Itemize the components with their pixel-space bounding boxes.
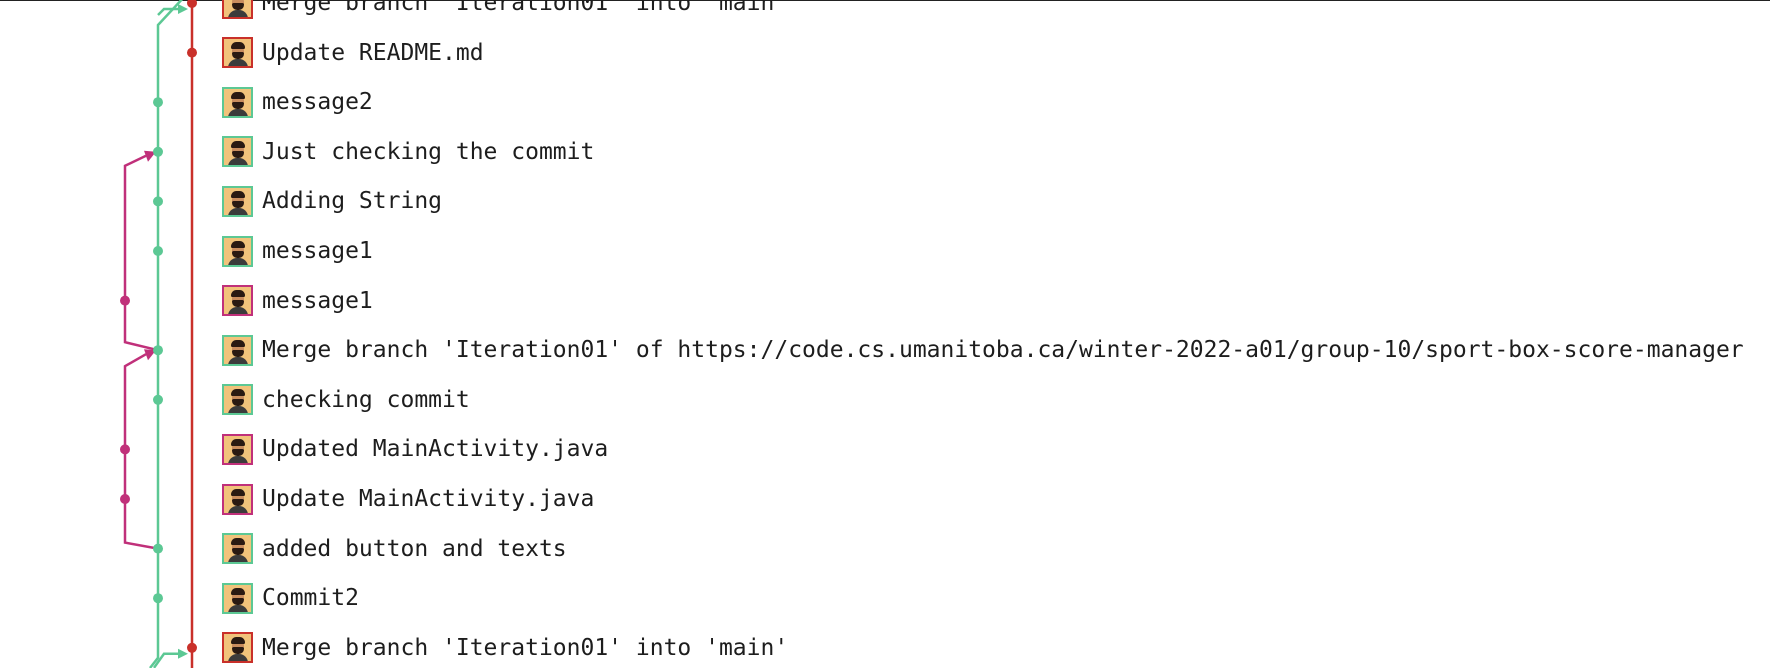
commit-row[interactable]: Update README.md [222, 33, 484, 73]
commit-row[interactable]: Commit2 [222, 578, 359, 618]
commit-message[interactable]: Just checking the commit [262, 132, 594, 172]
commit-row[interactable]: message2 [222, 82, 373, 122]
user-avatar-icon [222, 334, 253, 366]
user-avatar-icon [222, 86, 253, 118]
commit-message[interactable]: Commit2 [262, 578, 359, 618]
commit-row[interactable]: Merge branch 'Iteration01' into 'main' [222, 0, 788, 23]
commit-row[interactable]: added button and texts [222, 529, 567, 569]
commit-row[interactable]: Just checking the commit [222, 132, 594, 172]
user-avatar-icon [222, 285, 253, 317]
commit-message[interactable]: Update MainActivity.java [262, 479, 594, 519]
commit-message[interactable]: Merge branch 'Iteration01' into 'main' [262, 0, 788, 23]
commit-row[interactable]: Updated MainActivity.java [222, 429, 608, 469]
commit-row[interactable]: message1 [222, 231, 373, 271]
user-avatar-icon [222, 632, 253, 664]
user-avatar-icon [222, 483, 253, 515]
commit-message[interactable]: Updated MainActivity.java [262, 429, 608, 469]
commit-row[interactable]: Adding String [222, 181, 442, 221]
commit-message[interactable]: checking commit [262, 380, 470, 420]
user-avatar-icon [222, 582, 253, 614]
commit-message[interactable]: Merge branch 'Iteration01' of https://co… [262, 330, 1744, 370]
commit-message[interactable]: Adding String [262, 181, 442, 221]
commit-row[interactable]: Update MainActivity.java [222, 479, 594, 519]
commit-row[interactable]: Merge branch 'Iteration01' into 'main' [222, 628, 788, 668]
user-avatar-icon [222, 37, 253, 69]
commit-message[interactable]: message2 [262, 82, 373, 122]
commit-message[interactable]: message1 [262, 281, 373, 321]
user-avatar-icon [222, 235, 253, 267]
user-avatar-icon [222, 384, 253, 416]
commit-row[interactable]: message1 [222, 281, 373, 321]
commit-row[interactable]: Merge branch 'Iteration01' of https://co… [222, 330, 1744, 370]
commit-message[interactable]: Update README.md [262, 33, 484, 73]
commit-row[interactable]: checking commit [222, 380, 470, 420]
user-avatar-icon [222, 136, 253, 168]
user-avatar-icon [222, 185, 253, 217]
commit-message[interactable]: added button and texts [262, 529, 567, 569]
user-avatar-icon [222, 433, 253, 465]
commit-message[interactable]: Merge branch 'Iteration01' into 'main' [262, 628, 788, 668]
user-avatar-icon [222, 533, 253, 565]
user-avatar-icon [222, 0, 253, 19]
commit-message[interactable]: message1 [262, 231, 373, 271]
commit-list: Merge branch 'Iteration01' into 'main' Up… [0, 0, 1770, 668]
